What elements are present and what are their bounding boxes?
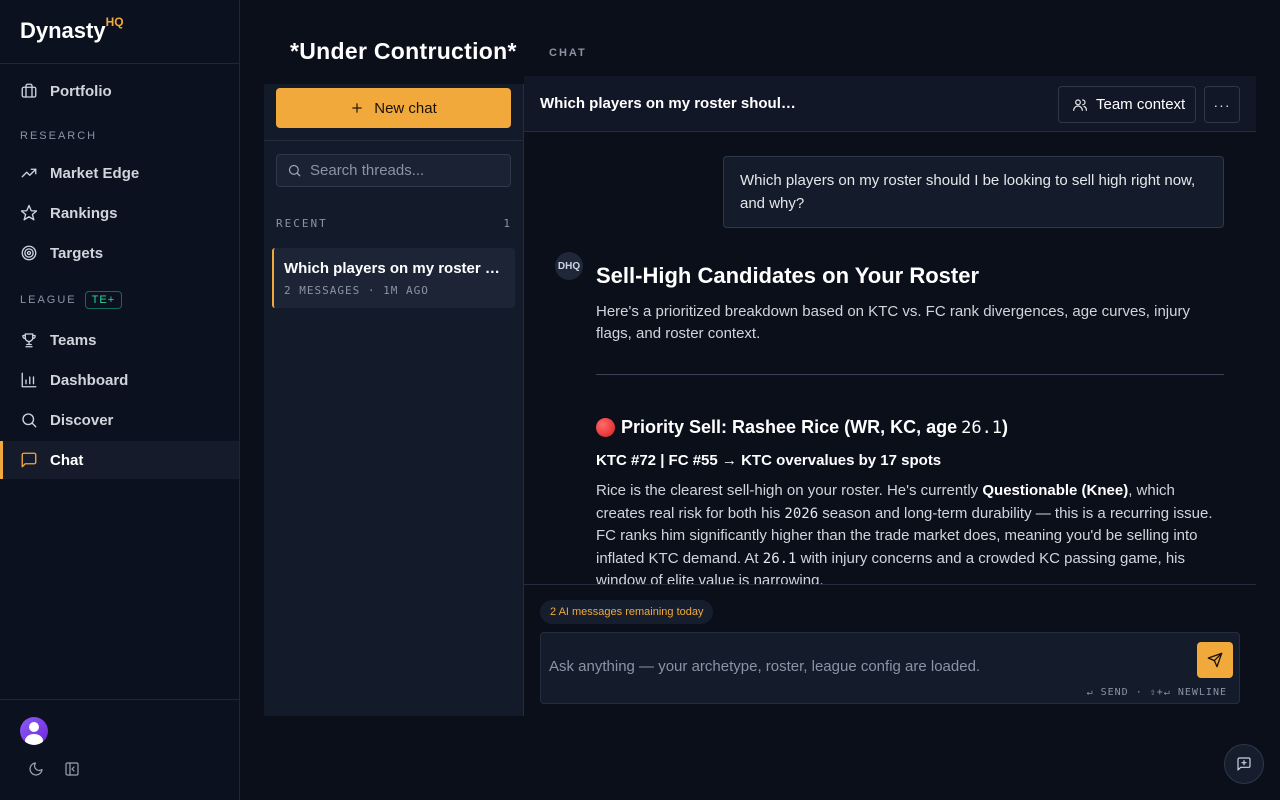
- red-circle-icon: [596, 418, 615, 437]
- chat-title: Which players on my roster should I be l…: [540, 95, 800, 112]
- para-year: 2026: [784, 505, 819, 522]
- trophy-icon: [22, 333, 36, 348]
- more-horizontal-icon: ···: [1213, 96, 1231, 113]
- sidebar-item-portfolio[interactable]: Portfolio: [0, 72, 239, 110]
- sidebar-footer: [0, 699, 239, 800]
- sidebar-item-teams[interactable]: Teams: [0, 321, 239, 359]
- section-title-close: ): [1002, 417, 1009, 437]
- bar-chart-icon: [21, 372, 37, 388]
- section-label-league: LEAGUE TE+: [20, 291, 123, 309]
- sidebar-item-targets[interactable]: Targets: [0, 234, 239, 272]
- response-section-title: Priority Sell: Rashee Rice (WR, KC, age …: [596, 417, 1224, 438]
- divider: [596, 374, 1224, 375]
- sidebar: DynastyHQ Portfolio RESEARCH Market Edge…: [0, 0, 240, 800]
- sidebar-item-label: Market Edge: [50, 164, 140, 182]
- response-heading: Sell-High Candidates on Your Roster: [596, 263, 980, 288]
- league-badge: TE+: [84, 291, 123, 309]
- target-icon: [21, 245, 37, 261]
- users-icon: [1073, 98, 1087, 111]
- sidebar-item-label: Teams: [50, 331, 97, 349]
- message-square-icon: [21, 452, 37, 468]
- assistant-message: Sell-High Candidates on Your Roster Here…: [596, 263, 1224, 584]
- search-input[interactable]: [310, 162, 500, 179]
- avatar[interactable]: [20, 717, 48, 745]
- sidebar-item-discover[interactable]: Discover: [0, 401, 239, 439]
- composer-hint: ↵ SEND · ⇧+↵ NEWLINE: [1086, 687, 1227, 698]
- sidebar-item-market-edge[interactable]: Market Edge: [0, 154, 239, 192]
- thread-search[interactable]: [276, 154, 511, 187]
- sidebar-item-label: Discover: [50, 411, 114, 429]
- thread-list-item[interactable]: Which players on my roster should I be l…: [272, 248, 515, 308]
- divider: [264, 140, 523, 141]
- team-context-label: Team context: [1096, 96, 1186, 113]
- sidebar-item-label: Chat: [50, 451, 84, 469]
- assistant-avatar: DHQ: [555, 252, 583, 280]
- response-intro: Here's a prioritized breakdown based on …: [596, 303, 1190, 342]
- recent-label: RECENT: [276, 217, 328, 230]
- chat-header: Which players on my roster should I be l…: [524, 76, 1256, 132]
- response-stat-line: KTC #72 | FC #55 → KTC overvalues by 17 …: [596, 452, 942, 469]
- star-icon: [20, 204, 38, 221]
- moon-icon: [29, 762, 43, 776]
- league-label-text: LEAGUE: [20, 294, 77, 306]
- collapse-sidebar-button[interactable]: [60, 757, 84, 781]
- sidebar-item-label: Portfolio: [50, 82, 112, 100]
- section-age: 26.1: [961, 417, 1003, 438]
- sidebar-item-label: Rankings: [50, 204, 118, 222]
- composer: ↵ SEND · ⇧+↵ NEWLINE: [540, 632, 1240, 704]
- recent-count: 1: [503, 217, 510, 230]
- sidebar-item-rankings[interactable]: Rankings: [0, 194, 239, 232]
- theme-toggle-button[interactable]: [24, 757, 48, 781]
- user-message: Which players on my roster should I be l…: [723, 156, 1224, 228]
- response-paragraph: Rice is the clearest sell-high on your r…: [596, 480, 1224, 584]
- quota-badge: 2 AI messages remaining today: [540, 600, 714, 624]
- brand-name: Dynasty: [20, 18, 106, 43]
- plus-icon: [352, 103, 362, 113]
- feedback-button[interactable]: [1224, 744, 1264, 784]
- message-list[interactable]: Which players on my roster should I be l…: [524, 133, 1256, 585]
- chat-panel: Which players on my roster should I be l…: [524, 76, 1256, 716]
- new-chat-label: New chat: [374, 99, 437, 117]
- send-icon: [1207, 652, 1223, 668]
- page-subtitle: CHAT: [549, 47, 587, 59]
- para-text: Rice is the clearest sell-high on your r…: [596, 482, 983, 499]
- page-title: *Under Contruction*: [290, 38, 517, 64]
- thread-meta: 2 MESSAGES · 1M AGO: [284, 284, 429, 297]
- brand-logo[interactable]: DynastyHQ: [0, 0, 239, 64]
- more-options-button[interactable]: ···: [1204, 86, 1240, 123]
- section-title-text: Priority Sell: Rashee Rice (WR, KC, age: [621, 417, 958, 437]
- sidebar-item-chat[interactable]: Chat: [0, 441, 239, 479]
- brand-suffix: HQ: [105, 14, 124, 29]
- briefcase-icon: [21, 83, 37, 98]
- panel-left-icon: [65, 762, 79, 776]
- sidebar-item-label: Targets: [50, 244, 104, 262]
- message-plus-icon: [1237, 757, 1251, 771]
- thread-title: Which players on my roster should I be l…: [284, 260, 504, 277]
- sidebar-item-dashboard[interactable]: Dashboard: [0, 361, 239, 399]
- section-label-research: RESEARCH: [20, 130, 98, 142]
- para-bold: Questionable (Knee): [982, 482, 1129, 499]
- send-button[interactable]: [1197, 642, 1233, 678]
- search-icon: [22, 413, 37, 428]
- sidebar-item-label: Dashboard: [50, 371, 129, 389]
- message-input[interactable]: [549, 658, 1189, 680]
- para-age: 26.1: [762, 550, 797, 567]
- team-context-button[interactable]: Team context: [1058, 86, 1196, 123]
- trending-up-icon: [21, 168, 37, 178]
- new-chat-button[interactable]: New chat: [276, 88, 511, 128]
- threads-panel: New chat RECENT 1 Which players on my ro…: [264, 84, 524, 716]
- search-icon: [288, 164, 301, 177]
